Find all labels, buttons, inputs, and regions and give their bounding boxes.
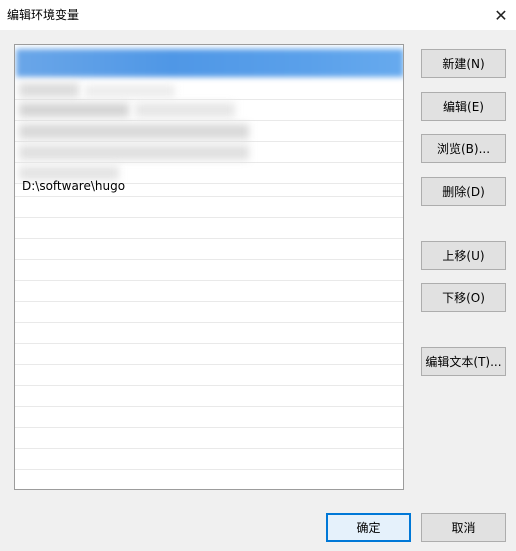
move-down-button[interactable]: 下移(O) <box>421 283 506 312</box>
move-up-button[interactable]: 上移(U) <box>421 241 506 270</box>
list-item-empty[interactable] <box>15 281 403 302</box>
list-item-empty[interactable] <box>15 449 403 470</box>
close-icon: ✕ <box>494 5 508 25</box>
redacted-block <box>19 124 249 139</box>
list-item[interactable] <box>15 79 403 100</box>
cancel-button[interactable]: 取消 <box>421 513 506 542</box>
window-title: 编辑环境变量 <box>7 8 80 22</box>
delete-button[interactable]: 删除(D) <box>421 177 506 206</box>
list-item-empty[interactable] <box>15 386 403 407</box>
list-item[interactable] <box>15 121 403 142</box>
selection-highlight <box>16 49 403 77</box>
list-item-empty[interactable] <box>15 365 403 386</box>
browse-button[interactable]: 浏览(B)... <box>421 134 506 163</box>
close-button[interactable]: ✕ <box>486 0 516 30</box>
list-item-selected[interactable] <box>15 45 403 79</box>
list-item-empty[interactable] <box>15 323 403 344</box>
list-item-empty[interactable] <box>15 470 403 489</box>
redacted-block <box>19 103 129 117</box>
list-item-empty[interactable] <box>15 260 403 281</box>
path-list[interactable]: D:\software\hugo <box>14 44 404 490</box>
list-item-empty[interactable] <box>15 239 403 260</box>
list-item-empty[interactable] <box>15 407 403 428</box>
list-item-empty[interactable] <box>15 302 403 323</box>
redacted-block <box>135 103 235 117</box>
edit-text-button[interactable]: 编辑文本(T)... <box>421 347 506 376</box>
list-item-empty[interactable] <box>15 197 403 218</box>
list-item[interactable] <box>15 100 403 121</box>
redacted-block <box>19 145 249 160</box>
ok-button[interactable]: 确定 <box>326 513 411 542</box>
redacted-block <box>19 83 79 97</box>
redacted-block <box>85 85 175 97</box>
list-item[interactable] <box>15 142 403 163</box>
list-item-hugo[interactable]: D:\software\hugo <box>15 176 403 197</box>
new-button[interactable]: 新建(N) <box>421 49 506 78</box>
list-item-empty[interactable] <box>15 218 403 239</box>
list-item-empty[interactable] <box>15 428 403 449</box>
list-item-empty[interactable] <box>15 344 403 365</box>
edit-button[interactable]: 编辑(E) <box>421 92 506 121</box>
title-bar: 编辑环境变量 ✕ <box>0 0 516 30</box>
